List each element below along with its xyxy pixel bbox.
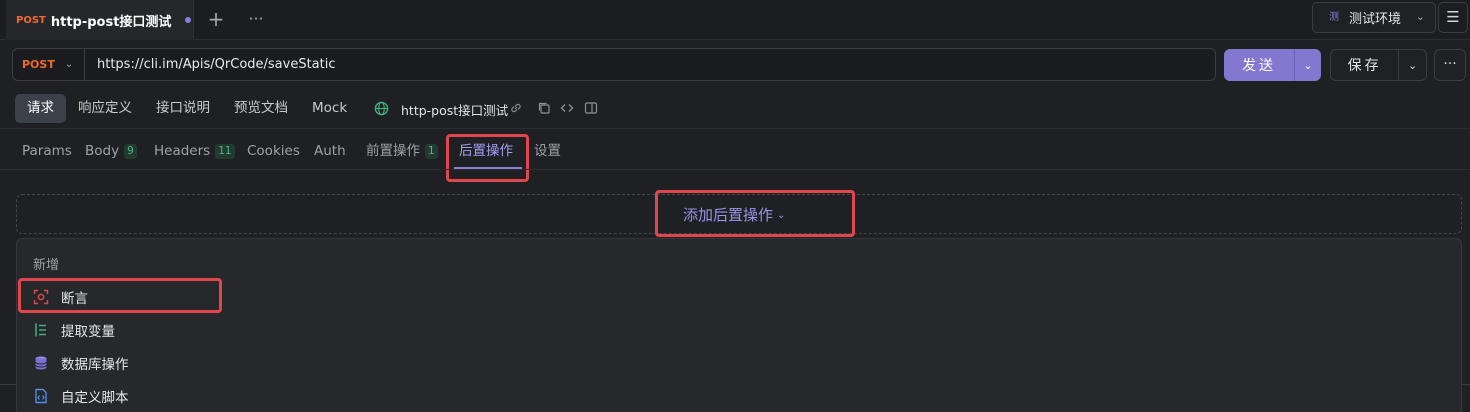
tab-pre-actions[interactable]: 前置操作 1: [366, 141, 438, 161]
add-post-action-label: 添加后置操作: [683, 206, 774, 224]
subtab-preview-docs[interactable]: 预览文档: [222, 94, 300, 123]
tab-headers-label: Headers: [154, 143, 211, 159]
tab-more-button[interactable]: ···: [244, 8, 268, 32]
tab-settings-label: 设置: [534, 143, 561, 159]
save-button[interactable]: 保存 ⌄: [1330, 49, 1427, 81]
tab-post-actions[interactable]: 后置操作: [459, 141, 513, 161]
hamburger-icon: ☰: [1446, 8, 1460, 26]
post-action-dropdown: [16, 238, 1462, 412]
count-badge: 9: [124, 143, 137, 159]
tab-params[interactable]: Params: [22, 141, 72, 161]
split-view-icon[interactable]: [584, 101, 598, 115]
chevron-down-icon: ⌄: [64, 59, 74, 70]
environment-select[interactable]: 测 测试环境 ⌄: [1312, 2, 1436, 33]
tab-settings[interactable]: 设置: [534, 141, 561, 161]
menu-item-label: 提取变量: [61, 324, 115, 340]
tab-body[interactable]: Body 9: [85, 141, 137, 161]
chevron-down-icon[interactable]: ⌄: [1295, 59, 1321, 72]
subtab-api-description[interactable]: 接口说明: [144, 94, 222, 123]
menu-item-assertion[interactable]: 断言: [33, 286, 88, 308]
tab-body-label: Body: [85, 143, 120, 159]
subtab-mock[interactable]: Mock: [300, 94, 359, 123]
chevron-down-icon: ⌄: [1415, 10, 1425, 23]
subtab-response-definition[interactable]: 响应定义: [66, 94, 144, 123]
tab-cookies[interactable]: Cookies: [247, 141, 300, 161]
menu-item-label: 断言: [61, 291, 88, 307]
dropdown-header: 新增: [33, 258, 60, 273]
request-tab[interactable]: POST http-post接口测试: [6, 0, 194, 40]
assertion-icon: [33, 289, 49, 305]
environment-label: 测试环境: [1349, 12, 1402, 27]
save-button-label: 保存: [1347, 58, 1382, 74]
tab-post-actions-label: 后置操作: [459, 143, 513, 159]
environment-icon: 测: [1329, 11, 1339, 23]
database-icon: [35, 356, 47, 370]
tab-pre-actions-label: 前置操作: [366, 143, 420, 159]
tab-auth-label: Auth: [314, 143, 346, 159]
tab-title: http-post接口测试: [50, 14, 172, 30]
code-icon[interactable]: [560, 101, 574, 115]
url-input[interactable]: https://cli.im/Apis/QrCode/saveStatic: [97, 49, 336, 80]
script-icon: [35, 388, 47, 404]
divider: [0, 384, 16, 385]
more-actions-button[interactable]: ···: [1434, 49, 1466, 81]
chevron-down-icon: ⌄: [777, 210, 786, 221]
menu-button[interactable]: ☰: [1438, 2, 1468, 33]
link-icon[interactable]: [509, 101, 523, 115]
divider: [0, 128, 1470, 129]
request-subtabs: 请求 响应定义 接口说明 预览文档 Mock: [15, 94, 359, 123]
menu-item-label: 数据库操作: [61, 357, 129, 373]
tab-method-label: POST: [16, 14, 46, 26]
url-bar: POST ⌄ https://cli.im/Apis/QrCode/saveSt…: [12, 48, 1216, 81]
tab-auth[interactable]: Auth: [314, 141, 346, 161]
globe-icon: [374, 101, 389, 116]
new-tab-button[interactable]: +: [204, 8, 228, 32]
tab-headers[interactable]: Headers 11: [154, 141, 235, 161]
menu-item-extract-variable[interactable]: 提取变量: [33, 319, 115, 341]
method-label: POST: [22, 58, 55, 71]
tab-cookies-label: Cookies: [247, 143, 300, 159]
menu-item-custom-script[interactable]: 自定义脚本: [33, 385, 129, 407]
divider: [1462, 384, 1470, 385]
count-badge: 1: [425, 143, 438, 159]
chevron-down-icon[interactable]: ⌄: [1399, 59, 1426, 72]
api-name-label: http-post接口测试: [401, 103, 509, 118]
unsaved-dot-icon: [185, 17, 192, 23]
send-button[interactable]: 发送 ⌄: [1224, 49, 1321, 81]
menu-item-label: 自定义脚本: [61, 390, 129, 406]
tab-params-label: Params: [22, 143, 72, 159]
count-badge: 11: [215, 143, 235, 159]
copy-icon[interactable]: [537, 101, 551, 115]
subtab-request[interactable]: 请求: [15, 94, 66, 123]
send-button-label: 发送: [1242, 58, 1276, 74]
divider: [0, 169, 1470, 170]
add-post-action-button[interactable]: 添加后置操作 ⌄: [683, 204, 785, 225]
extract-variable-icon: [35, 323, 46, 337]
method-select[interactable]: POST ⌄: [13, 49, 85, 80]
menu-item-database[interactable]: 数据库操作: [33, 352, 129, 374]
